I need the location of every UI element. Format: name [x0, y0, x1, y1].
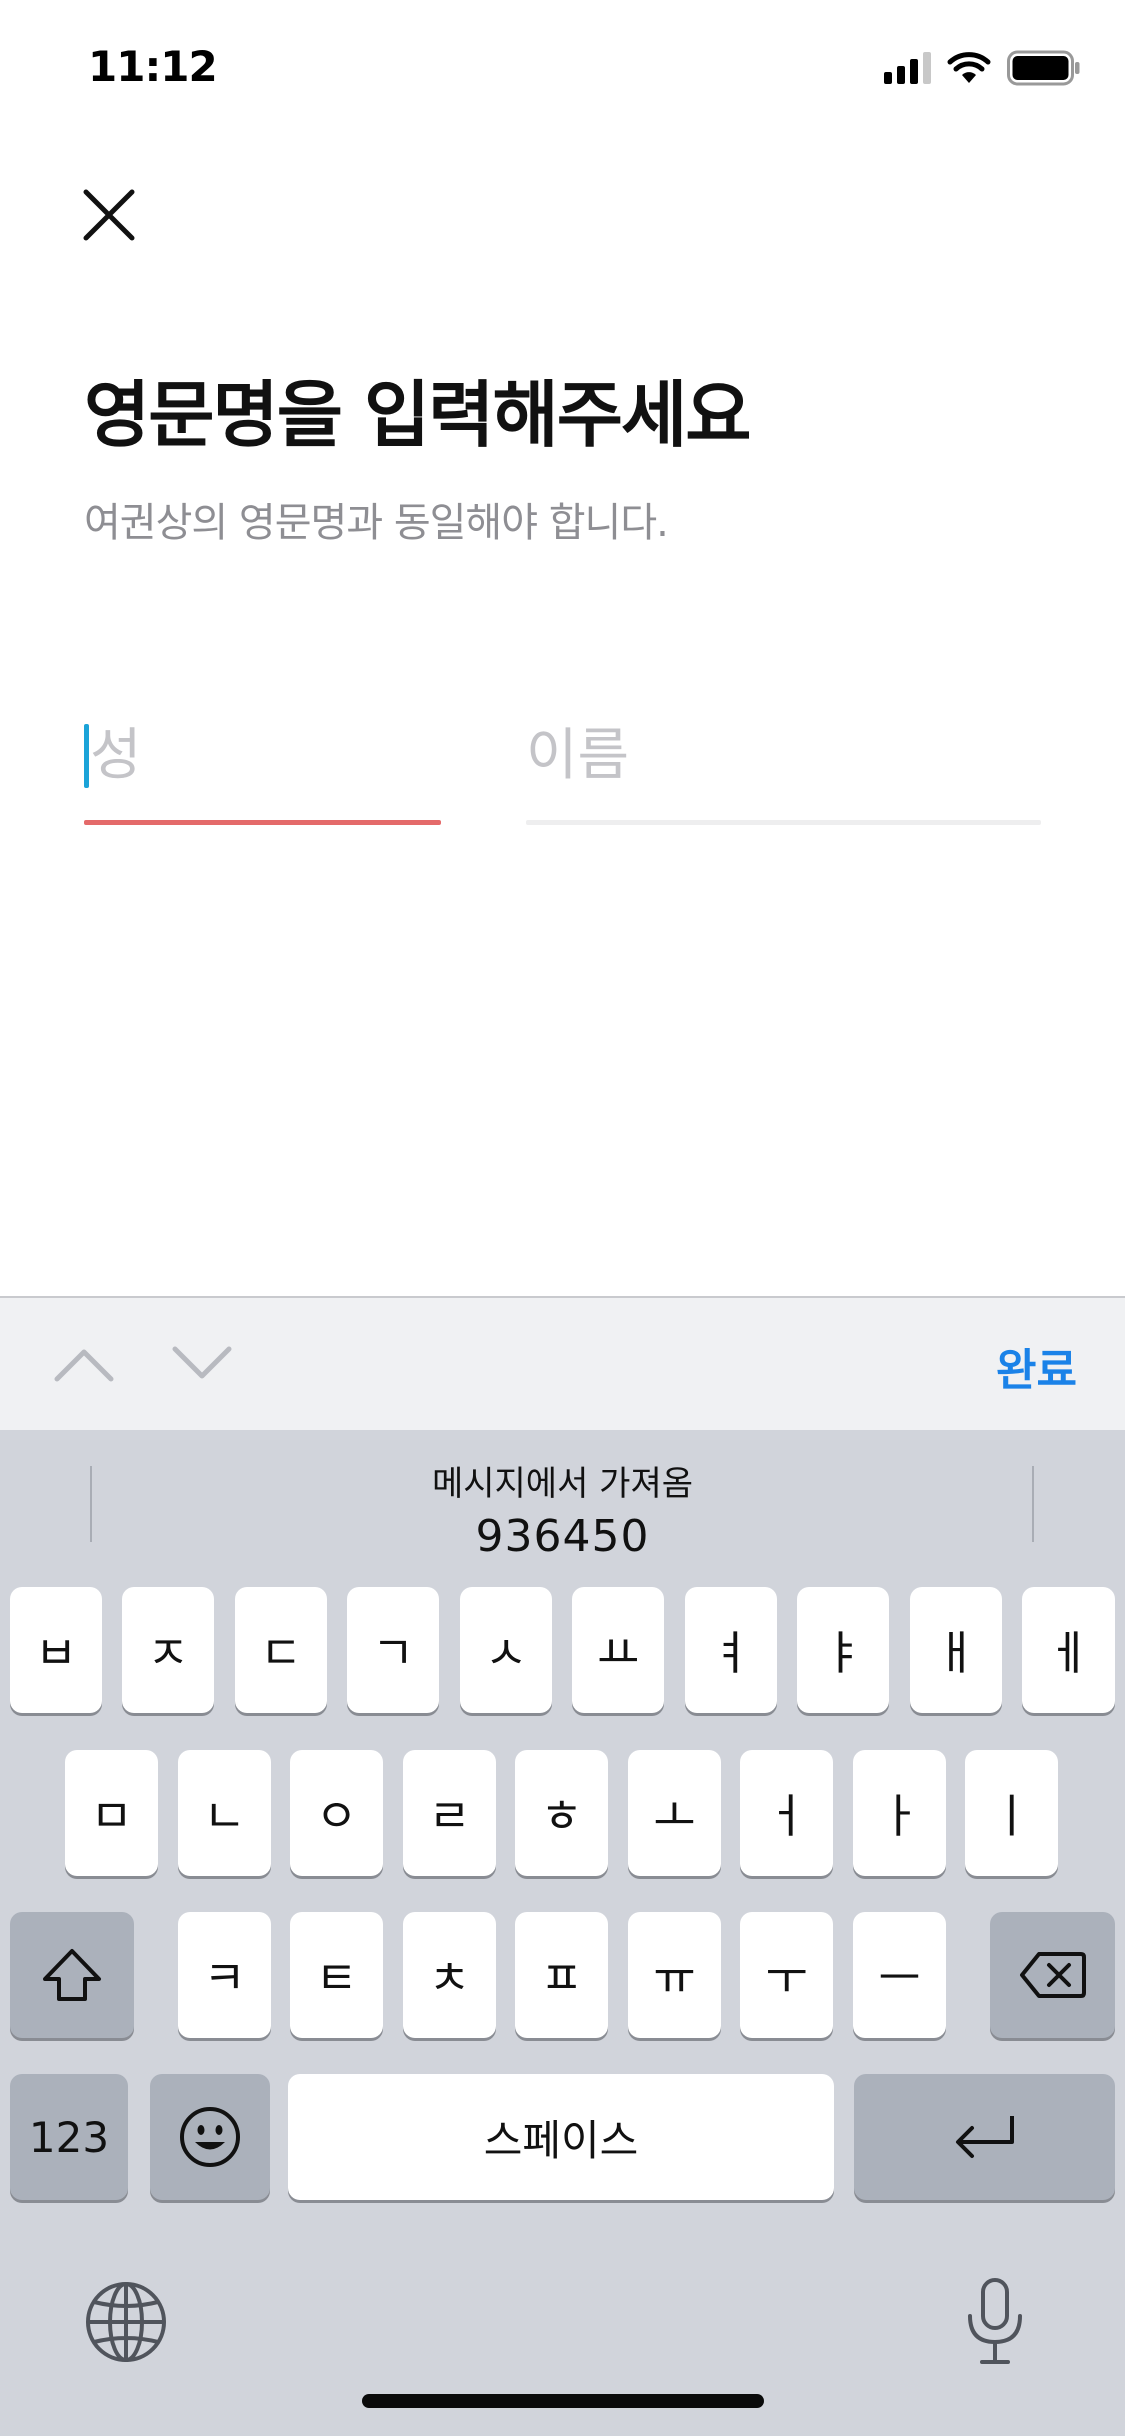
shift-icon [43, 1949, 101, 2001]
suggestion-source: 메시지에서 가져옴 [431, 1464, 694, 1504]
key-row3[interactable]: ㅠ [628, 1912, 721, 2038]
chevron-down-icon [172, 1346, 232, 1379]
numbers-key[interactable]: 123 [10, 2074, 128, 2200]
last-name-field[interactable] [84, 710, 441, 825]
otp-suggestion[interactable]: 메시지에서 가져옴 936450 [200, 1456, 925, 1562]
status-icons [884, 48, 1081, 88]
return-icon [955, 2116, 1014, 2158]
previous-field-button[interactable] [52, 1332, 116, 1396]
suggestion-divider [1032, 1466, 1034, 1542]
key-row1[interactable]: ㅈ [122, 1587, 214, 1713]
first-name-underline [526, 820, 1041, 825]
key-row3[interactable]: ㅊ [403, 1912, 496, 2038]
last-name-input[interactable] [84, 710, 441, 800]
next-field-button[interactable] [170, 1332, 234, 1396]
home-indicator [362, 2394, 764, 2408]
last-name-underline [84, 820, 441, 825]
key-row2[interactable]: ㄴ [178, 1750, 271, 1876]
status-bar: 11:12 [0, 0, 1125, 132]
suggestion-divider [90, 1466, 92, 1542]
suggestion-code: 936450 [475, 1511, 650, 1562]
space-key[interactable]: 스페이스 [288, 2074, 834, 2200]
close-icon [83, 189, 135, 241]
first-name-input[interactable] [526, 710, 1041, 800]
delete-key[interactable] [990, 1912, 1115, 2038]
emoji-icon [180, 2107, 240, 2167]
microphone-icon [968, 2278, 1022, 2364]
chevron-up-icon [54, 1349, 114, 1382]
key-row1[interactable]: ㅔ [1022, 1587, 1115, 1713]
key-row2[interactable]: ㄹ [403, 1750, 496, 1876]
keyboard-accessory-bar: 완료 [0, 1296, 1125, 1430]
keyboard: 메시지에서 가져옴 936450 ㅂ ㅈ ㄷ ㄱ ㅅ ㅛ ㅕ ㅑ ㅐ ㅔ ㅁ ㄴ… [0, 1430, 1125, 2436]
globe-icon [86, 2282, 166, 2362]
suggestion-bar: 메시지에서 가져옴 936450 [0, 1430, 1125, 1572]
key-row2[interactable]: ㅗ [628, 1750, 721, 1876]
text-cursor [84, 724, 89, 788]
key-row3[interactable]: ㅌ [290, 1912, 383, 2038]
dictation-button[interactable] [950, 2266, 1040, 2376]
key-row1[interactable]: ㅛ [572, 1587, 664, 1713]
key-row1[interactable]: ㅅ [460, 1587, 552, 1713]
key-row3[interactable]: ㅡ [853, 1912, 946, 2038]
page-subtitle: 여권상의 영문명과 동일해야 합니다. [84, 500, 669, 546]
backspace-icon [1019, 1952, 1086, 1998]
key-row1[interactable]: ㅂ [10, 1587, 102, 1713]
key-row3[interactable]: ㅍ [515, 1912, 608, 2038]
battery-icon [1007, 50, 1080, 86]
status-time: 11:12 [88, 42, 218, 91]
key-row2[interactable]: ㅎ [515, 1750, 608, 1876]
page-title: 영문명을 입력해주세요 [84, 373, 751, 457]
key-row2[interactable]: ㅇ [290, 1750, 383, 1876]
globe-button[interactable] [76, 2272, 176, 2372]
key-row1[interactable]: ㄷ [235, 1587, 327, 1713]
done-button[interactable]: 완료 [996, 1334, 1077, 1398]
return-key[interactable] [854, 2074, 1115, 2200]
key-row1[interactable]: ㅕ [685, 1587, 777, 1713]
key-row2[interactable]: ㅓ [740, 1750, 833, 1876]
close-button[interactable] [72, 178, 146, 252]
key-row2[interactable]: ㅏ [853, 1750, 946, 1876]
key-row1[interactable]: ㅑ [797, 1587, 889, 1713]
key-row3[interactable]: ㅜ [740, 1912, 833, 2038]
shift-key[interactable] [10, 1912, 134, 2038]
first-name-field[interactable] [526, 710, 1041, 825]
key-row3[interactable]: ㅋ [178, 1912, 271, 2038]
emoji-key[interactable] [150, 2074, 270, 2200]
wifi-icon [947, 52, 991, 83]
key-row1[interactable]: ㅐ [910, 1587, 1002, 1713]
key-row2[interactable]: ㅁ [65, 1750, 158, 1876]
cellular-signal-icon [884, 52, 931, 84]
key-row2[interactable]: ㅣ [965, 1750, 1058, 1876]
key-row1[interactable]: ㄱ [347, 1587, 439, 1713]
